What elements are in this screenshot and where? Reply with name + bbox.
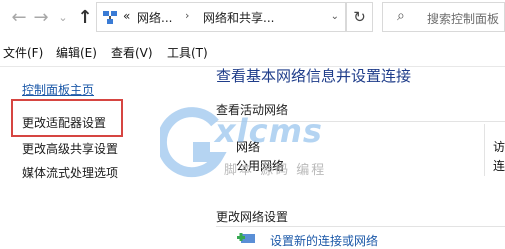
menu-view[interactable]: 查看(V) <box>111 44 153 61</box>
watermark: xlcms 脚本 源码 编程 <box>160 105 360 185</box>
arrow-up-icon: ↑ <box>77 6 93 28</box>
recent-locations-button[interactable]: ⌄ <box>52 4 74 30</box>
change-settings-header: 更改网络设置 <box>216 210 289 224</box>
up-button[interactable]: ↑ <box>74 4 96 30</box>
change-advanced-sharing-link[interactable]: 更改高级共享设置 <box>22 140 118 157</box>
back-button[interactable]: ← <box>8 4 30 30</box>
watermark-text: xlcms <box>215 112 323 150</box>
menu-bar: 文件(F) 编辑(E) 查看(V) 工具(T) <box>0 36 505 67</box>
chevron-down-icon[interactable]: ⌄ <box>331 11 339 22</box>
setup-new-connection-link[interactable]: 设置新的连接或网络 <box>270 232 378 249</box>
arrow-right-icon: → <box>33 6 49 28</box>
menu-edit[interactable]: 编辑(E) <box>56 44 97 61</box>
network-icon <box>103 11 117 24</box>
search-icon: ⌕ <box>397 8 405 24</box>
media-streaming-options-link[interactable]: 媒体流式处理选项 <box>22 164 118 181</box>
watermark-subtext: 脚本 源码 编程 <box>224 163 327 178</box>
refresh-icon: ↻ <box>353 8 366 26</box>
connections-label: 连 <box>493 159 505 173</box>
menu-tools[interactable]: 工具(T) <box>167 44 208 61</box>
arrow-left-icon: ← <box>11 6 27 28</box>
breadcrumb-separator-icon[interactable]: › <box>185 9 189 22</box>
divider <box>216 226 505 227</box>
breadcrumb-network[interactable]: 网络... <box>137 9 172 26</box>
address-bar[interactable]: « 网络... › 网络和共享... ⌄ <box>96 2 346 32</box>
control-panel-home-link[interactable]: 控制面板主页 <box>22 81 94 98</box>
chevron-down-icon: ⌄ <box>58 10 68 24</box>
search-box[interactable]: ⌕ 搜索控制面板 <box>382 2 505 32</box>
menu-file[interactable]: 文件(F) <box>3 44 43 61</box>
search-placeholder: 搜索控制面板 <box>427 12 500 26</box>
change-adapter-settings-link[interactable]: 更改适配器设置 <box>22 114 106 131</box>
page-title: 查看基本网络信息并设置连接 <box>216 67 412 85</box>
forward-button[interactable]: → <box>30 4 52 30</box>
breadcrumb-overflow[interactable]: « <box>123 9 130 23</box>
refresh-button[interactable]: ↻ <box>346 2 373 32</box>
breadcrumb-sharing-center[interactable]: 网络和共享... <box>203 9 274 26</box>
access-type-label: 访 <box>493 140 505 154</box>
column-divider <box>484 124 485 176</box>
